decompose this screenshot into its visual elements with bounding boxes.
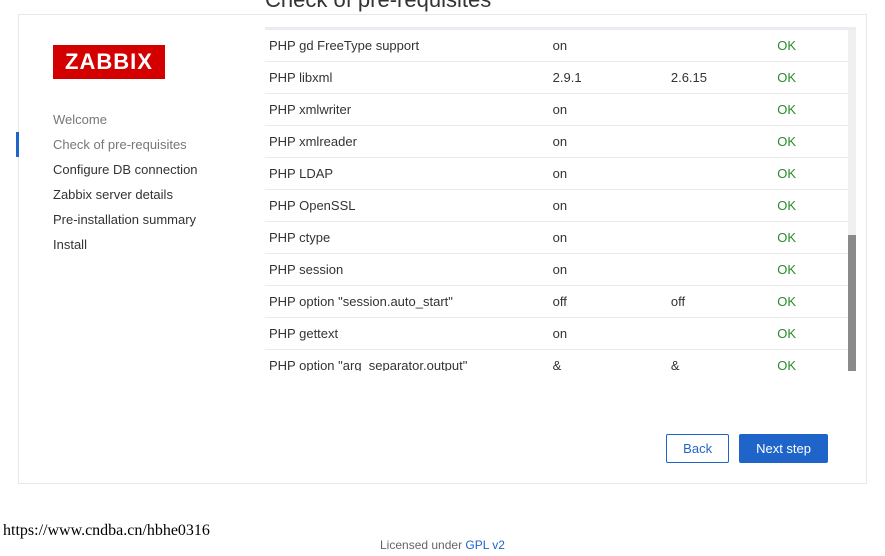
req-required [667, 158, 773, 190]
sidebar-item-summary[interactable]: Pre-installation summary [16, 207, 243, 232]
req-current: on [549, 126, 667, 158]
req-status: OK [773, 350, 856, 372]
req-name: PHP gd FreeType support [265, 30, 549, 62]
table-row: PHP option "arg_separator.output"&&OK [265, 350, 856, 372]
req-current: on [549, 318, 667, 350]
req-name: PHP LDAP [265, 158, 549, 190]
req-current: on [549, 158, 667, 190]
scrollbar[interactable] [848, 30, 856, 371]
req-required [667, 126, 773, 158]
table-row: PHP sessionon OK [265, 254, 856, 286]
back-button[interactable]: Back [666, 434, 729, 463]
req-required [667, 30, 773, 62]
table-row: PHP ctypeon OK [265, 222, 856, 254]
req-name: PHP option "session.auto_start" [265, 286, 549, 318]
table-row: PHP gettexton OK [265, 318, 856, 350]
main-panel: Check of pre-requisites PHP gd FreeType … [265, 0, 856, 371]
req-status: OK [773, 30, 856, 62]
table-row: PHP xmlreaderon OK [265, 126, 856, 158]
sidebar-item-welcome[interactable]: Welcome [16, 107, 243, 132]
req-status: OK [773, 222, 856, 254]
req-name: PHP xmlwriter [265, 94, 549, 126]
table-row: PHP option "session.auto_start"offoffOK [265, 286, 856, 318]
req-status: OK [773, 254, 856, 286]
requirements-table: PHP gd FreeType supportonOKPHP libxml2.9… [265, 30, 856, 371]
sidebar: ZABBIX Welcome Check of pre-requisites C… [53, 45, 243, 257]
installer-card: ZABBIX Welcome Check of pre-requisites C… [18, 14, 867, 484]
req-name: PHP xmlreader [265, 126, 549, 158]
req-status: OK [773, 126, 856, 158]
next-button[interactable]: Next step [739, 434, 828, 463]
req-required [667, 222, 773, 254]
req-current: & [549, 350, 667, 372]
table-row: PHP OpenSSLon OK [265, 190, 856, 222]
sidebar-item-prereq[interactable]: Check of pre-requisites [16, 132, 243, 157]
requirements-scroll: PHP gd FreeType supportonOKPHP libxml2.9… [265, 27, 856, 371]
req-status: OK [773, 62, 856, 94]
table-row: PHP LDAPon OK [265, 158, 856, 190]
req-name: PHP ctype [265, 222, 549, 254]
sidebar-item-server[interactable]: Zabbix server details [16, 182, 243, 207]
req-required: 2.6.15 [667, 62, 773, 94]
req-name: PHP option "arg_separator.output" [265, 350, 549, 372]
req-required: & [667, 350, 773, 372]
req-required [667, 190, 773, 222]
table-row: PHP libxml2.9.12.6.15OK [265, 62, 856, 94]
req-required [667, 254, 773, 286]
req-current: on [549, 254, 667, 286]
req-required [667, 94, 773, 126]
req-current: on [549, 30, 667, 62]
req-name: PHP gettext [265, 318, 549, 350]
step-list: Welcome Check of pre-requisites Configur… [53, 107, 243, 257]
page-title: Check of pre-requisites [265, 0, 856, 13]
button-bar: Back Next step [666, 434, 828, 463]
req-name: PHP libxml [265, 62, 549, 94]
req-current: on [549, 94, 667, 126]
table-row: PHP gd FreeType supporton OK [265, 30, 856, 62]
sidebar-item-db[interactable]: Configure DB connection [16, 157, 243, 182]
req-required: off [667, 286, 773, 318]
req-status: OK [773, 158, 856, 190]
req-status: OK [773, 318, 856, 350]
req-current: on [549, 222, 667, 254]
req-current: 2.9.1 [549, 62, 667, 94]
req-status: OK [773, 286, 856, 318]
table-row: PHP xmlwriteron OK [265, 94, 856, 126]
license-prefix: Licensed under [380, 538, 465, 552]
license-link[interactable]: GPL v2 [465, 538, 505, 552]
req-name: PHP OpenSSL [265, 190, 549, 222]
sidebar-item-install[interactable]: Install [16, 232, 243, 257]
req-current: on [549, 190, 667, 222]
req-required [667, 318, 773, 350]
logo: ZABBIX [53, 45, 165, 79]
req-status: OK [773, 94, 856, 126]
scrollbar-thumb[interactable] [848, 235, 856, 371]
footer-license: Licensed under GPL v2 [0, 538, 885, 552]
layout: ZABBIX Welcome Check of pre-requisites C… [53, 45, 856, 371]
req-status: OK [773, 190, 856, 222]
req-name: PHP session [265, 254, 549, 286]
req-current: off [549, 286, 667, 318]
